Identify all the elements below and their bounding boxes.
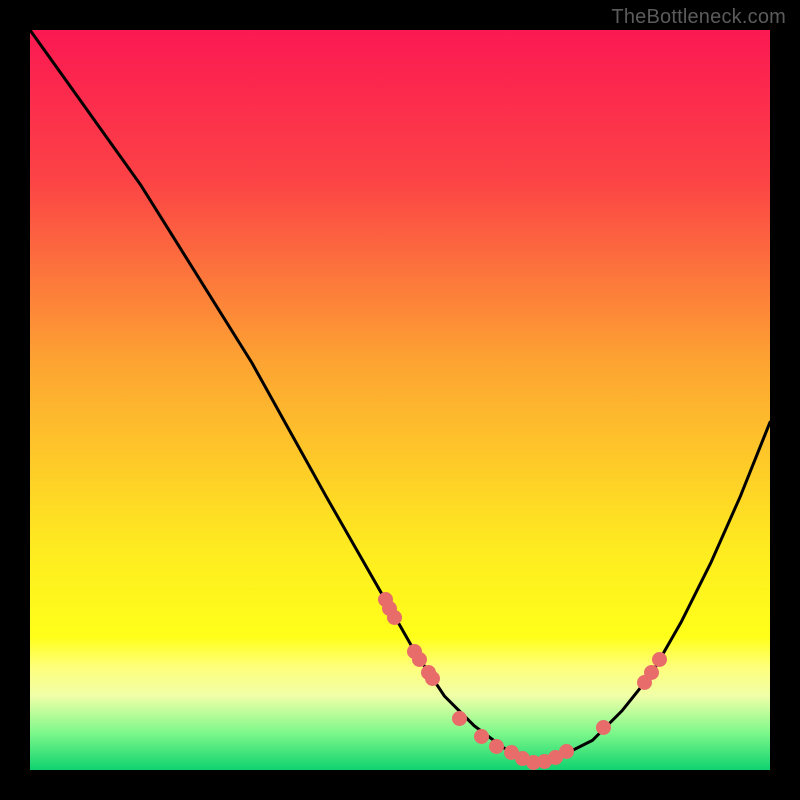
data-marker — [652, 652, 667, 667]
data-marker — [644, 665, 659, 680]
plot-area — [30, 30, 770, 770]
data-marker — [387, 610, 402, 625]
data-marker — [412, 652, 427, 667]
data-marker — [452, 711, 467, 726]
data-marker — [489, 739, 504, 754]
chart-stage: TheBottleneck.com — [0, 0, 800, 800]
data-marker — [474, 729, 489, 744]
watermark-text: TheBottleneck.com — [611, 6, 786, 29]
data-marker — [559, 744, 574, 759]
data-marker — [596, 720, 611, 735]
